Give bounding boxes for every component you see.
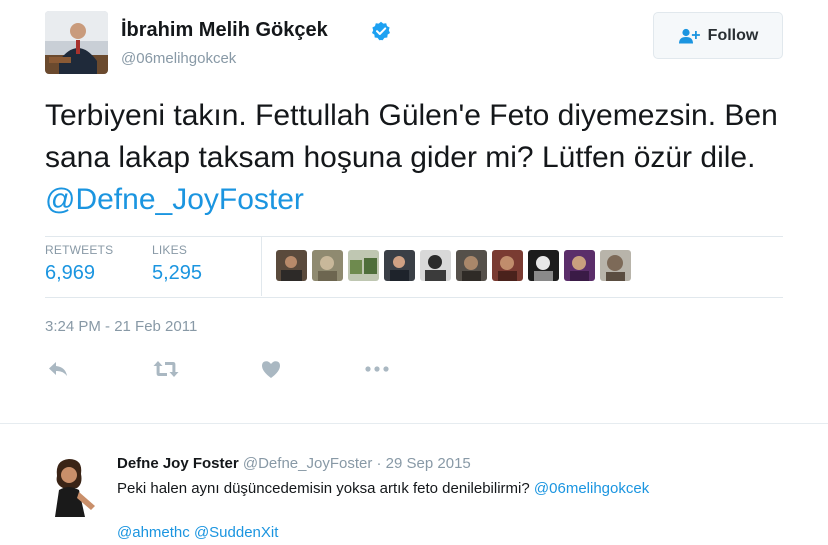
liker-avatars bbox=[276, 250, 631, 281]
author-name[interactable]: İbrahim Melih Gökçek bbox=[121, 19, 328, 42]
reply-mention-suddenxit[interactable]: @SuddenXit bbox=[194, 524, 278, 541]
likes-count[interactable]: 5,295 bbox=[152, 262, 202, 285]
more-icon[interactable] bbox=[363, 358, 391, 380]
reply-text-body: Peki halen aynı düşüncedemisin yoksa art… bbox=[117, 480, 530, 497]
tweet-text: Terbiyeni takın. Fettullah Gülen'e Feto … bbox=[45, 95, 805, 221]
liker-avatar[interactable] bbox=[276, 250, 307, 281]
retweets-label: RETWEETS bbox=[45, 243, 114, 257]
reply-text: Peki halen aynı düşüncedemisin yoksa art… bbox=[117, 480, 649, 497]
liker-avatar[interactable] bbox=[528, 250, 559, 281]
reply-tweet[interactable]: Defne Joy Foster @Defne_JoyFoster · 29 S… bbox=[0, 424, 828, 545]
liker-avatar[interactable] bbox=[456, 250, 487, 281]
follow-button[interactable]: Follow bbox=[653, 12, 783, 59]
main-tweet: İbrahim Melih Gökçek @06melihgokcek Foll… bbox=[0, 0, 828, 420]
tweet-timestamp[interactable]: 3:24 PM - 21 Feb 2011 bbox=[45, 318, 197, 335]
author-handle[interactable]: @06melihgokcek bbox=[121, 50, 236, 67]
retweet-icon[interactable] bbox=[152, 358, 180, 380]
reply-author-name[interactable]: Defne Joy Foster bbox=[117, 455, 239, 472]
reply-mention-link[interactable]: @06melihgokcek bbox=[534, 480, 649, 497]
reply-author-handle[interactable]: @Defne_JoyFoster bbox=[243, 455, 372, 472]
like-icon[interactable] bbox=[259, 358, 283, 380]
reply-author-avatar[interactable] bbox=[43, 454, 101, 517]
stats-vertical-divider bbox=[261, 236, 262, 296]
reply-extra-mentions: @ahmethc @SuddenXit bbox=[117, 524, 278, 541]
liker-avatar[interactable] bbox=[384, 250, 415, 281]
reply-icon[interactable] bbox=[46, 358, 70, 380]
reply-date[interactable]: 29 Sep 2015 bbox=[386, 455, 471, 472]
liker-avatar[interactable] bbox=[348, 250, 379, 281]
retweets-count[interactable]: 6,969 bbox=[45, 262, 95, 285]
follow-button-label: Follow bbox=[707, 26, 759, 44]
liker-avatar[interactable] bbox=[600, 250, 631, 281]
liker-avatar[interactable] bbox=[420, 250, 451, 281]
stats-bottom-divider bbox=[45, 297, 783, 298]
reply-mention-ahmethc[interactable]: @ahmethc bbox=[117, 524, 190, 541]
likes-label: LIKES bbox=[152, 243, 188, 257]
tweet-mention-link[interactable]: @Defne_JoyFoster bbox=[45, 183, 304, 216]
reply-separator: · bbox=[376, 455, 382, 472]
reply-header: Defne Joy Foster @Defne_JoyFoster · 29 S… bbox=[117, 455, 471, 472]
author-avatar[interactable] bbox=[45, 11, 108, 74]
liker-avatar[interactable] bbox=[564, 250, 595, 281]
add-user-icon bbox=[678, 28, 700, 43]
liker-avatar[interactable] bbox=[492, 250, 523, 281]
liker-avatar[interactable] bbox=[312, 250, 343, 281]
tweet-text-body: Terbiyeni takın. Fettullah Gülen'e Feto … bbox=[45, 99, 778, 174]
stats-top-divider bbox=[45, 236, 783, 237]
verified-badge-icon bbox=[372, 21, 390, 41]
